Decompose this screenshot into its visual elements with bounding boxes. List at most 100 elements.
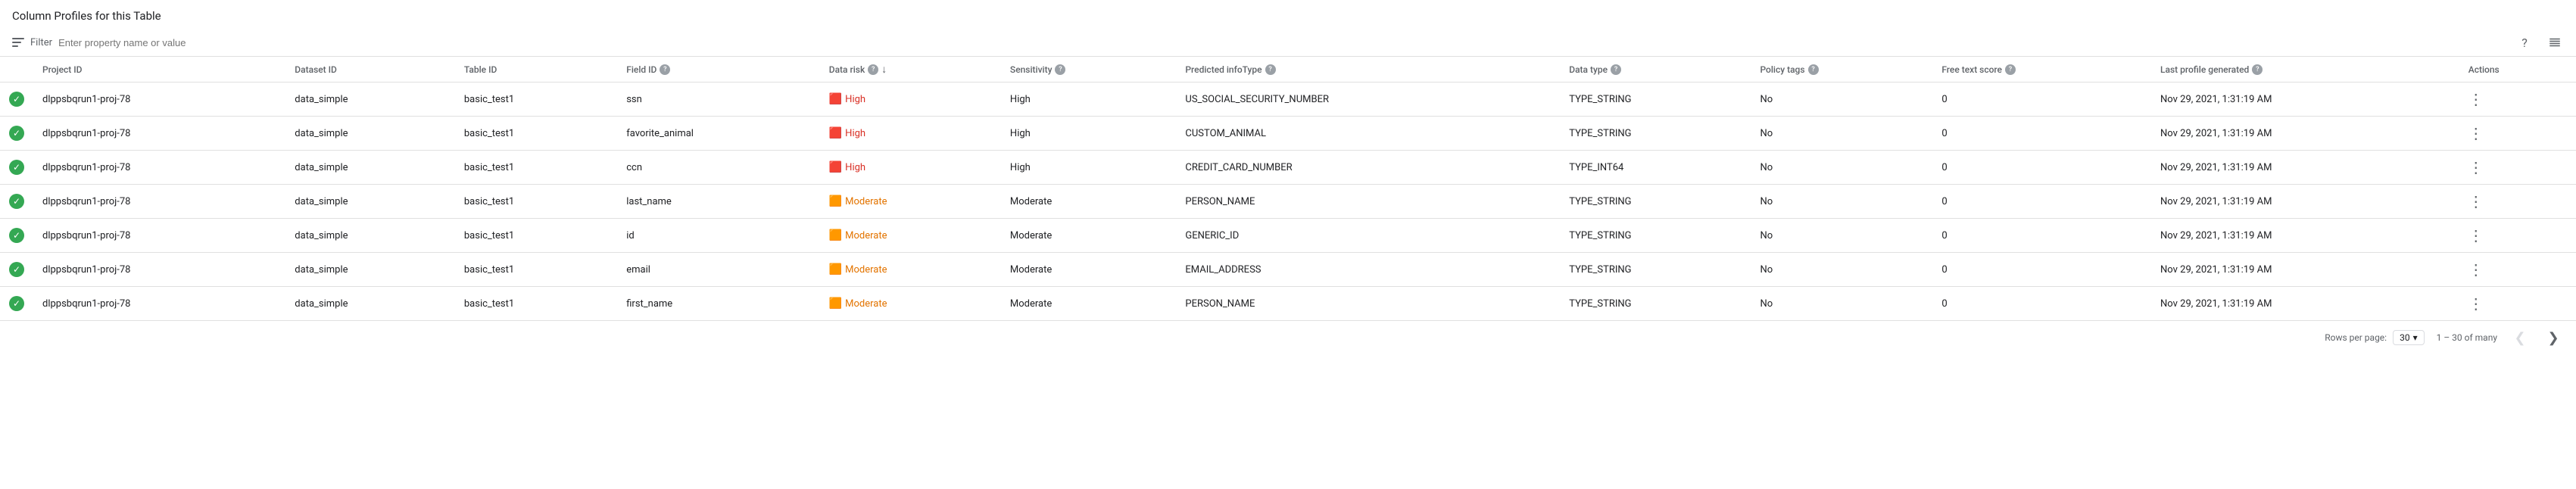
actions-cell[interactable]: ⋮ xyxy=(2459,117,2576,151)
last-profile-cell: Nov 29, 2021, 1:31:19 AM xyxy=(2151,253,2459,287)
predicted-info-type-cell: CREDIT_CARD_NUMBER xyxy=(1176,151,1560,185)
status-cell: ✓ xyxy=(0,219,33,253)
policy-tags-cell: No xyxy=(1751,253,1932,287)
moderate-risk-icon: 🟧 xyxy=(829,263,842,276)
more-actions-button[interactable]: ⋮ xyxy=(2468,294,2484,313)
field-id-help-icon[interactable]: ? xyxy=(660,64,670,75)
actions-cell[interactable]: ⋮ xyxy=(2459,287,2576,321)
actions-cell[interactable]: ⋮ xyxy=(2459,219,2576,253)
last-profile-help-icon[interactable]: ? xyxy=(2252,64,2263,75)
predicted-info-help-icon[interactable]: ? xyxy=(1265,64,1276,75)
table-row: ✓dlppsbqrun1-proj-78data_simplebasic_tes… xyxy=(0,287,2576,321)
rows-per-page-select[interactable]: 30 ▾ xyxy=(2393,330,2425,345)
pagination-info: 1 – 30 of many xyxy=(2437,332,2497,343)
project-id-cell: dlppsbqrun1-proj-78 xyxy=(33,117,285,151)
col-dataset-id: Dataset ID xyxy=(285,57,455,83)
risk-label: Moderate xyxy=(845,196,887,207)
status-cell: ✓ xyxy=(0,83,33,117)
actions-cell[interactable]: ⋮ xyxy=(2459,151,2576,185)
last-profile-cell: Nov 29, 2021, 1:31:19 AM xyxy=(2151,185,2459,219)
predicted-info-type-cell: EMAIL_ADDRESS xyxy=(1176,253,1560,287)
project-id-cell: dlppsbqrun1-proj-78 xyxy=(33,253,285,287)
filter-icon[interactable]: Filter xyxy=(12,37,52,48)
table-header-row: Project ID Dataset ID Table ID Field ID … xyxy=(0,57,2576,83)
predicted-info-type-cell: GENERIC_ID xyxy=(1176,219,1560,253)
status-cell: ✓ xyxy=(0,151,33,185)
field-id-cell: ccn xyxy=(617,151,820,185)
data-risk-sort-icon[interactable]: ↓ xyxy=(881,63,887,76)
policy-tags-help-icon[interactable]: ? xyxy=(1808,64,1819,75)
table-row: ✓dlppsbqrun1-proj-78data_simplebasic_tes… xyxy=(0,185,2576,219)
table-id-cell: basic_test1 xyxy=(455,185,617,219)
sensitivity-cell: Moderate xyxy=(1001,253,1176,287)
data-type-cell: TYPE_STRING xyxy=(1560,219,1751,253)
policy-tags-cell: No xyxy=(1751,287,1932,321)
filter-lines-icon xyxy=(12,38,24,47)
dataset-id-cell: data_simple xyxy=(285,151,455,185)
data-type-cell: TYPE_STRING xyxy=(1560,253,1751,287)
field-id-cell: ssn xyxy=(617,83,820,117)
moderate-risk-icon: 🟧 xyxy=(829,297,842,310)
status-cell: ✓ xyxy=(0,253,33,287)
more-actions-button[interactable]: ⋮ xyxy=(2468,192,2484,210)
status-icon: ✓ xyxy=(9,160,24,175)
status-icon: ✓ xyxy=(9,126,24,141)
data-risk-cell: 🟥High xyxy=(820,151,1001,185)
free-text-score-cell: 0 xyxy=(1932,83,2151,117)
sensitivity-cell: Moderate xyxy=(1001,287,1176,321)
prev-page-button[interactable]: ❮ xyxy=(2509,327,2531,348)
status-cell: ✓ xyxy=(0,185,33,219)
predicted-info-type-cell: US_SOCIAL_SECURITY_NUMBER xyxy=(1176,83,1560,117)
table-row: ✓dlppsbqrun1-proj-78data_simplebasic_tes… xyxy=(0,253,2576,287)
sensitivity-help-icon[interactable]: ? xyxy=(1055,64,1065,75)
actions-cell[interactable]: ⋮ xyxy=(2459,83,2576,117)
risk-label: Moderate xyxy=(845,264,887,276)
data-risk-cell: 🟧Moderate xyxy=(820,253,1001,287)
free-text-score-cell: 0 xyxy=(1932,287,2151,321)
filter-label: Filter xyxy=(30,37,52,48)
status-icon: ✓ xyxy=(9,228,24,243)
table-row: ✓dlppsbqrun1-proj-78data_simplebasic_tes… xyxy=(0,83,2576,117)
project-id-cell: dlppsbqrun1-proj-78 xyxy=(33,185,285,219)
data-risk-cell: 🟧Moderate xyxy=(820,185,1001,219)
filter-input[interactable] xyxy=(58,37,2509,48)
free-text-score-cell: 0 xyxy=(1932,151,2151,185)
table-row: ✓dlppsbqrun1-proj-78data_simplebasic_tes… xyxy=(0,151,2576,185)
policy-tags-cell: No xyxy=(1751,185,1932,219)
more-actions-button[interactable]: ⋮ xyxy=(2468,226,2484,244)
free-text-help-icon[interactable]: ? xyxy=(2005,64,2016,75)
actions-cell[interactable]: ⋮ xyxy=(2459,253,2576,287)
last-profile-cell: Nov 29, 2021, 1:31:19 AM xyxy=(2151,117,2459,151)
col-sensitivity: Sensitivity ? xyxy=(1001,57,1176,83)
risk-label: High xyxy=(845,94,865,105)
more-actions-button[interactable]: ⋮ xyxy=(2468,124,2484,142)
sensitivity-cell: High xyxy=(1001,151,1176,185)
more-actions-button[interactable]: ⋮ xyxy=(2468,158,2484,176)
data-type-help-icon[interactable]: ? xyxy=(1611,64,1621,75)
help-icon-toolbar[interactable]: ? xyxy=(2515,33,2534,51)
dataset-id-cell: data_simple xyxy=(285,185,455,219)
data-risk-cell: 🟥High xyxy=(820,117,1001,151)
data-risk-help-icon[interactable]: ? xyxy=(868,64,878,75)
data-type-cell: TYPE_STRING xyxy=(1560,117,1751,151)
risk-label: High xyxy=(845,162,865,173)
more-actions-button[interactable]: ⋮ xyxy=(2468,260,2484,279)
status-icon: ✓ xyxy=(9,262,24,277)
col-free-text-score: Free text score ? xyxy=(1932,57,2151,83)
columns-icon[interactable] xyxy=(2546,33,2564,51)
more-actions-button[interactable]: ⋮ xyxy=(2468,90,2484,108)
actions-cell[interactable]: ⋮ xyxy=(2459,185,2576,219)
dataset-id-cell: data_simple xyxy=(285,287,455,321)
status-cell: ✓ xyxy=(0,287,33,321)
project-id-cell: dlppsbqrun1-proj-78 xyxy=(33,83,285,117)
page-title: Column Profiles for this Table xyxy=(0,0,2576,29)
data-risk-cell: 🟧Moderate xyxy=(820,287,1001,321)
col-last-profile: Last profile generated ? xyxy=(2151,57,2459,83)
next-page-button[interactable]: ❯ xyxy=(2543,327,2564,348)
data-type-cell: TYPE_STRING xyxy=(1560,83,1751,117)
data-risk-cell: 🟧Moderate xyxy=(820,219,1001,253)
dataset-id-cell: data_simple xyxy=(285,83,455,117)
project-id-cell: dlppsbqrun1-proj-78 xyxy=(33,219,285,253)
rows-per-page: Rows per page: 30 ▾ xyxy=(2325,330,2424,345)
moderate-risk-icon: 🟧 xyxy=(829,229,842,241)
